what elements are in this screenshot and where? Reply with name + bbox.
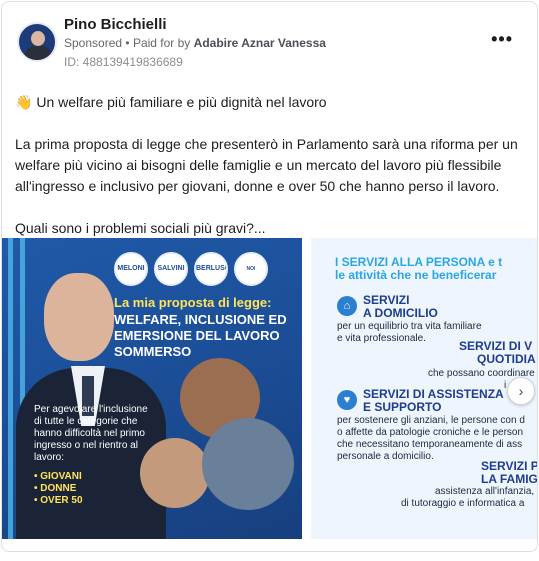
party-logo: NOI MODERATI (234, 252, 268, 286)
party-logo: SALVINI (154, 252, 188, 286)
service-text: per sostenere gli anziani, le persone co… (337, 415, 525, 463)
service-title-line: QUOTIDIA (477, 352, 536, 366)
sponsored-line: Sponsored • Paid for by Adabire Aznar Va… (64, 36, 326, 50)
service-title: SERVIZI DI V QUOTIDIA (459, 340, 536, 366)
service-title: SERVIZI A DOMICILIO (363, 294, 438, 320)
category-item: • GIOVANI (34, 471, 82, 482)
proposal-title: La mia proposta di legge: (114, 295, 272, 310)
ad-id: ID: 488139419836689 (64, 55, 183, 69)
author-name[interactable]: Pino Bicchielli (64, 16, 167, 33)
service-text-line: che necessitano temporaneamente di ass (337, 439, 523, 450)
service-text-line: per sostenere gli anziani, le persone co… (337, 415, 525, 426)
service-title: SERVIZI P LA FAMIG (481, 460, 538, 486)
sponsored-label: Sponsored (64, 36, 123, 50)
service-text-line: assistenza all'infanzia, amm (435, 486, 537, 497)
decorative-stripe (8, 238, 13, 539)
party-logo: BERLUSCONI (194, 252, 228, 286)
service-title-line: A DOMICILIO (363, 306, 438, 320)
avatar-head (31, 31, 45, 46)
services-heading-line: le attività che ne beneficerar (335, 268, 497, 282)
candidate-face (44, 273, 114, 361)
party-logos: MELONI SALVINI BERLUSCONI NOI MODERATI (114, 252, 274, 288)
post-body: 👋 Un welfare più familiare e più dignità… (15, 92, 525, 260)
photo-circle-senior (202, 418, 294, 510)
paid-for-by-name[interactable]: Adabire Aznar Vanessa (194, 36, 326, 50)
service-title-line: E SUPPORTO (363, 400, 442, 414)
service-title: SERVIZI DI ASSISTENZA E SUPPORTO (363, 388, 504, 414)
service-text: assistenza all'infanzia, amm di tutoragg… (401, 486, 537, 510)
services-heading: I SERVIZI ALLA PERSONA e t le attività c… (335, 256, 537, 282)
paid-for-label: Paid for by (132, 36, 191, 50)
inclusion-description: Per agevolare l'inclusione di tutte le c… (34, 404, 148, 463)
sponsored-post-card: Pino Bicchielli Sponsored • Paid for by … (1, 1, 538, 552)
service-title-line: LA FAMIG (481, 472, 538, 486)
carousel-slide-1[interactable]: MELONI SALVINI BERLUSCONI NOI MODERATI L… (2, 238, 302, 539)
headline-text: Un welfare più familiare e più dignità n… (36, 94, 327, 110)
avatar-body (25, 46, 51, 60)
image-carousel[interactable]: MELONI SALVINI BERLUSCONI NOI MODERATI L… (2, 238, 538, 539)
more-options-icon[interactable]: ••• (491, 29, 513, 50)
post-headline: 👋 Un welfare più familiare e più dignità… (15, 92, 525, 113)
category-item: • DONNE (34, 483, 77, 494)
service-text-line: per un equilibrio tra vita familiare (337, 321, 482, 332)
author-avatar[interactable] (17, 22, 57, 62)
waving-hand-icon: 👋 (15, 94, 33, 110)
support-icon: ♥ (337, 390, 357, 410)
carousel-slide-2[interactable]: I SERVIZI ALLA PERSONA e t le attività c… (311, 238, 538, 539)
party-logo: MELONI (114, 252, 148, 286)
home-icon: ⌂ (337, 296, 357, 316)
service-text-line: o affette da patologie croniche e le per… (337, 427, 524, 438)
target-categories: • GIOVANI • DONNE • OVER 50 (34, 471, 83, 507)
post-question: Quali sono i problemi sociali più gravi?… (15, 220, 266, 236)
proposal-subtitle: WELFARE, INCLUSIONE ED EMERSIONE DEL LAV… (114, 312, 287, 359)
dot-separator: • (125, 36, 133, 50)
service-text-line: di tutoraggio e informatica a (401, 498, 525, 509)
post-paragraph: La prima proposta di legge che presenter… (15, 136, 518, 194)
category-item: • OVER 50 (34, 495, 83, 506)
chevron-right-icon[interactable]: › (507, 377, 535, 405)
